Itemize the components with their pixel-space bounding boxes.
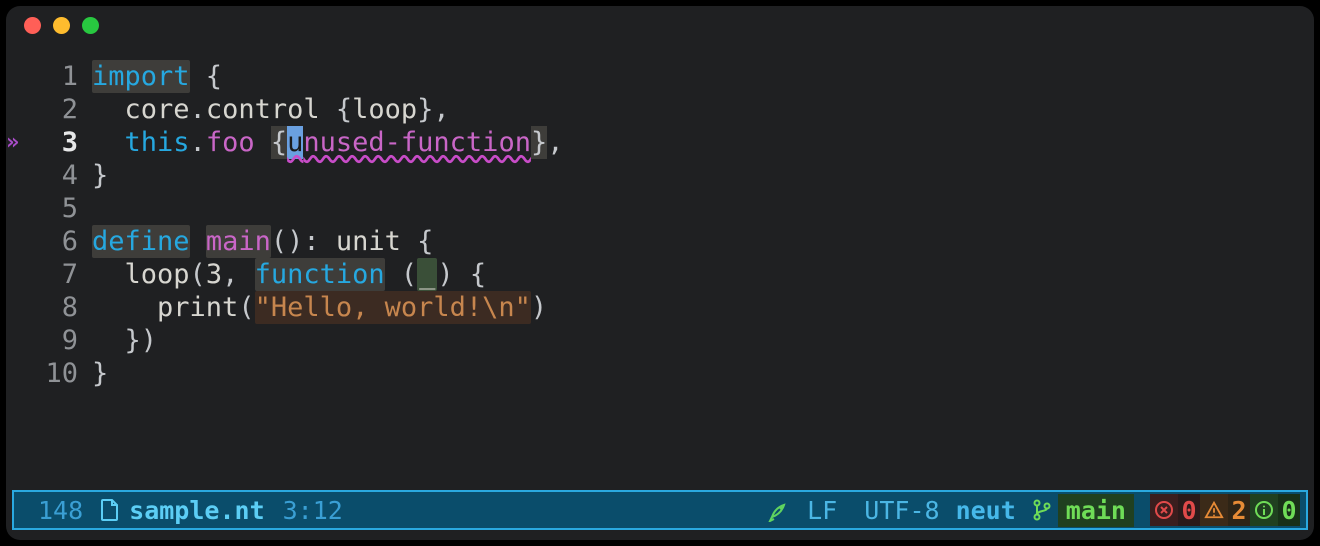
window-close-button[interactable]: [24, 17, 41, 34]
code-content[interactable]: }): [82, 324, 157, 357]
line-number[interactable]: 5: [24, 192, 82, 225]
line-number[interactable]: 1: [24, 60, 82, 93]
encoding-label: UTF-8: [864, 496, 939, 525]
code-line[interactable]: »3 this.foo {unused-function},: [6, 126, 1314, 159]
code-line[interactable]: 8 print("Hello, world!\n"): [6, 291, 1314, 324]
gutter-marker: [6, 291, 24, 324]
line-number[interactable]: 4: [24, 159, 82, 192]
info-count: 0: [1278, 494, 1300, 526]
cursor-position[interactable]: 3:12: [283, 496, 343, 525]
gutter-marker: [6, 159, 24, 192]
code-content[interactable]: }: [82, 357, 108, 390]
code-line[interactable]: 7 loop(3, function (_) {: [6, 258, 1314, 291]
line-number[interactable]: 8: [24, 291, 82, 324]
line-number[interactable]: 6: [24, 225, 82, 258]
status-id: 148: [38, 496, 83, 525]
code-line[interactable]: 10}: [6, 357, 1314, 390]
gutter-marker: [6, 192, 24, 225]
editor-window: 1import {2 core.control {loop},»3 this.f…: [6, 6, 1314, 540]
code-content[interactable]: [82, 192, 92, 225]
language-mode[interactable]: neut: [956, 496, 1016, 525]
lsp-status-icon[interactable]: [767, 498, 791, 522]
code-line[interactable]: 1import {: [6, 60, 1314, 93]
error-count: 0: [1178, 494, 1200, 526]
gutter-marker: [6, 324, 24, 357]
git-branch[interactable]: main: [1032, 494, 1134, 527]
code-line[interactable]: 5: [6, 192, 1314, 225]
line-number[interactable]: 7: [24, 258, 82, 291]
gutter-marker: [6, 93, 24, 126]
gutter-marker: [6, 60, 24, 93]
code-content[interactable]: import {: [82, 60, 222, 93]
code-content[interactable]: define main(): unit {: [82, 225, 433, 258]
gutter-marker: [6, 357, 24, 390]
breakpoint-marker-icon[interactable]: »: [6, 126, 19, 159]
status-filename[interactable]: sample.nt: [101, 496, 264, 525]
line-number[interactable]: 9: [24, 324, 82, 357]
branch-label: main: [1058, 494, 1134, 527]
code-editor[interactable]: 1import {2 core.control {loop},»3 this.f…: [6, 44, 1314, 484]
code-line[interactable]: 2 core.control {loop},: [6, 93, 1314, 126]
line-number[interactable]: 10: [24, 357, 82, 390]
error-icon: [1150, 494, 1178, 526]
code-content[interactable]: loop(3, function (_) {: [82, 258, 486, 291]
warning-icon: [1200, 494, 1228, 526]
code-content[interactable]: print("Hello, world!\n"): [82, 291, 547, 324]
window-maximize-button[interactable]: [82, 17, 99, 34]
code-line[interactable]: 6define main(): unit {: [6, 225, 1314, 258]
titlebar: [6, 6, 1314, 44]
window-minimize-button[interactable]: [53, 17, 70, 34]
eol-label: LF: [807, 496, 837, 525]
warning-count: 2: [1228, 494, 1250, 526]
line-number[interactable]: 3: [24, 126, 82, 159]
info-icon: [1250, 494, 1278, 526]
gutter-marker: [6, 225, 24, 258]
code-content[interactable]: core.control {loop},: [82, 93, 450, 126]
code-line[interactable]: 9 }): [6, 324, 1314, 357]
line-number[interactable]: 2: [24, 93, 82, 126]
git-branch-icon: [1032, 498, 1052, 522]
diagnostics[interactable]: 0 2 0: [1150, 494, 1300, 526]
code-content[interactable]: }: [82, 159, 108, 192]
gutter-marker: [6, 258, 24, 291]
code-line[interactable]: 4}: [6, 159, 1314, 192]
filename-label: sample.nt: [129, 496, 264, 525]
status-bar: 148 sample.nt 3:12 LF UTF-8 neut main: [12, 490, 1308, 530]
gutter-marker: »: [6, 126, 24, 159]
line-ending-encoding[interactable]: LF UTF-8: [807, 496, 939, 525]
code-content[interactable]: this.foo {unused-function},: [82, 126, 563, 159]
file-icon: [101, 499, 119, 521]
